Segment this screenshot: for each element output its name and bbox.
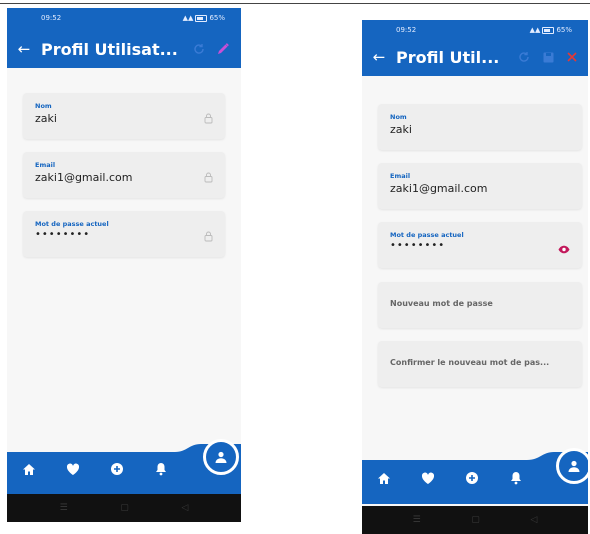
lock-icon (204, 168, 213, 187)
add-circle-icon[interactable] (95, 462, 139, 476)
current-password-field: Mot de passe actuel •••••••• (23, 211, 225, 257)
back-button-icon[interactable]: ◁ (530, 515, 537, 525)
back-button-icon[interactable]: ◁ (181, 503, 188, 513)
battery-level: 65% (556, 26, 572, 34)
battery-level: 65% (209, 14, 225, 22)
current-password-field[interactable]: Mot de passe actuel •••••••• (378, 222, 582, 268)
edit-icon[interactable] (213, 39, 233, 59)
save-icon[interactable] (538, 47, 558, 67)
field-label: Nom (35, 102, 52, 110)
bottom-navigation (362, 448, 588, 504)
heart-icon[interactable] (406, 472, 450, 485)
field-value: zaki1@gmail.com (35, 171, 133, 184)
email-field: Email zaki1@gmail.com (23, 152, 225, 198)
bell-icon[interactable] (139, 462, 183, 476)
bell-icon[interactable] (494, 471, 538, 485)
heart-icon[interactable] (51, 463, 95, 476)
phone-screen-edit-mode: 09:52 ▲▲ 65% ← Profil Util... Nom zaki E (362, 20, 588, 534)
system-navigation-bar: ☰ ▢ ◁ (362, 506, 588, 534)
signal-icon: ▲▲ (182, 14, 194, 22)
app-bar: 09:52 ▲▲ 65% ← Profil Util... (362, 20, 588, 76)
page-title: Profil Util... (396, 47, 500, 67)
recent-apps-icon[interactable]: ☰ (413, 515, 421, 525)
input-placeholder: Nouveau mot de passe (390, 299, 493, 308)
field-label: Mot de passe actuel (390, 231, 464, 239)
input-placeholder: Confirmer le nouveau mot de pas... (390, 358, 550, 367)
refresh-icon[interactable] (189, 39, 209, 59)
email-field: Email zaki1@gmail.com (378, 163, 582, 209)
home-button-icon[interactable]: ▢ (120, 503, 129, 513)
home-icon[interactable] (7, 463, 51, 476)
confirm-password-input[interactable]: Confirmer le nouveau mot de pas... (378, 341, 582, 387)
field-value: zaki (35, 112, 57, 125)
name-field: Nom zaki (378, 104, 582, 150)
home-button-icon[interactable]: ▢ (471, 515, 480, 525)
status-time: 09:52 (396, 26, 417, 34)
field-value: •••••••• (35, 229, 91, 240)
top-divider (0, 3, 590, 4)
status-bar-right: ▲▲ 65% (530, 26, 572, 34)
phone-screen-view-mode: 09:52 ▲▲ 65% ← Profil Utilisat... Nom za… (7, 8, 241, 522)
field-label: Mot de passe actuel (35, 220, 109, 228)
new-password-input[interactable]: Nouveau mot de passe (378, 282, 582, 328)
lock-icon (204, 109, 213, 128)
signal-icon: ▲▲ (529, 26, 541, 34)
arrow-left-icon[interactable]: ← (362, 46, 396, 68)
status-time: 09:52 (41, 14, 62, 22)
refresh-icon[interactable] (514, 47, 534, 67)
add-circle-icon[interactable] (450, 471, 494, 485)
field-label: Email (390, 172, 411, 180)
field-value: •••••••• (390, 240, 446, 251)
home-icon[interactable] (362, 472, 406, 485)
system-navigation-bar: ☰ ▢ ◁ (7, 494, 241, 522)
field-label: Email (35, 161, 56, 169)
close-icon[interactable] (562, 47, 582, 67)
profile-icon[interactable] (203, 439, 239, 475)
name-field: Nom zaki (23, 93, 225, 139)
lock-icon (204, 227, 213, 246)
field-value: zaki1@gmail.com (390, 182, 488, 195)
field-value: zaki (390, 123, 412, 136)
eye-icon[interactable] (558, 239, 570, 258)
bottom-navigation (7, 439, 241, 494)
status-bar-right: ▲▲ 65% (183, 14, 225, 22)
battery-icon (542, 26, 555, 34)
page-title: Profil Utilisat... (41, 39, 178, 59)
arrow-left-icon[interactable]: ← (7, 38, 41, 60)
battery-icon (195, 14, 208, 22)
profile-icon[interactable] (556, 448, 588, 484)
recent-apps-icon[interactable]: ☰ (60, 503, 68, 513)
app-bar: 09:52 ▲▲ 65% ← Profil Utilisat... (7, 8, 241, 68)
field-label: Nom (390, 113, 407, 121)
